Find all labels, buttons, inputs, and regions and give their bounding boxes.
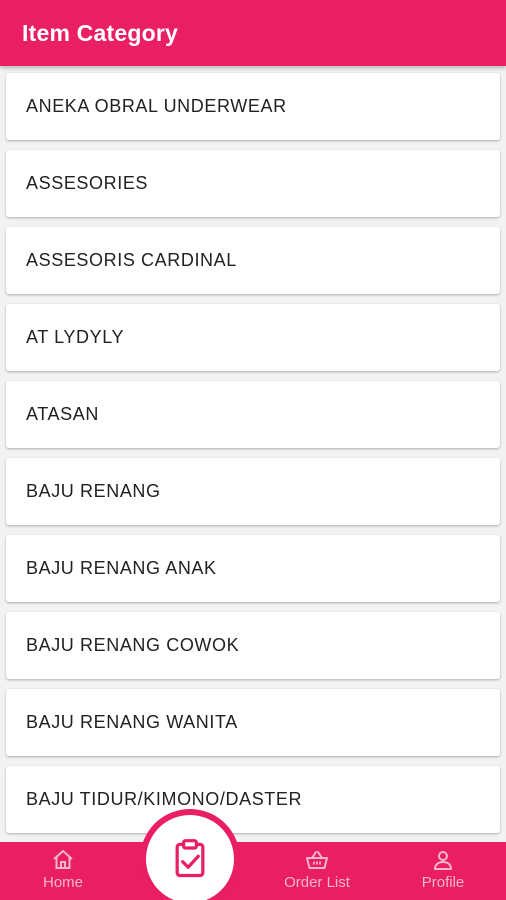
app-screen: Item Category ANEKA OBRAL UNDERWEAR ASSE… <box>0 0 506 900</box>
clipboard-check-icon <box>175 839 205 878</box>
category-item[interactable]: BAJU RENANG <box>6 458 500 525</box>
basket-icon <box>306 851 328 869</box>
nav-home[interactable]: Home <box>18 848 108 891</box>
page-title: Item Category <box>22 19 178 46</box>
category-item[interactable]: BAJU TIDUR/KIMONO/DASTER <box>6 766 500 833</box>
nav-order-list[interactable]: Order List <box>272 848 362 891</box>
category-item[interactable]: ATASAN <box>6 381 500 448</box>
category-item[interactable]: BAJU RENANG ANAK <box>6 535 500 602</box>
person-icon <box>434 851 452 870</box>
category-item[interactable]: AT LYDYLY <box>6 304 500 371</box>
category-item[interactable]: ANEKA OBRAL UNDERWEAR <box>6 73 500 140</box>
category-item[interactable]: ASSESORIES <box>6 150 500 217</box>
nav-home-label: Home <box>42 874 83 891</box>
bottom-navigation: Home Order List Profile <box>0 842 506 900</box>
center-action-button[interactable] <box>146 815 234 900</box>
category-item[interactable]: BAJU RENANG WANITA <box>6 689 500 756</box>
nav-profile-label: Profile <box>421 874 465 891</box>
home-icon <box>53 850 73 869</box>
category-list[interactable]: ANEKA OBRAL UNDERWEAR ASSESORIES ASSESOR… <box>0 66 506 842</box>
category-item[interactable]: BAJU RENANG COWOK <box>6 612 500 679</box>
category-item[interactable]: ASSESORIS CARDINAL <box>6 227 500 294</box>
app-bar: Item Category <box>0 0 506 66</box>
nav-profile[interactable]: Profile <box>398 848 488 891</box>
nav-order-list-label: Order List <box>284 874 350 891</box>
